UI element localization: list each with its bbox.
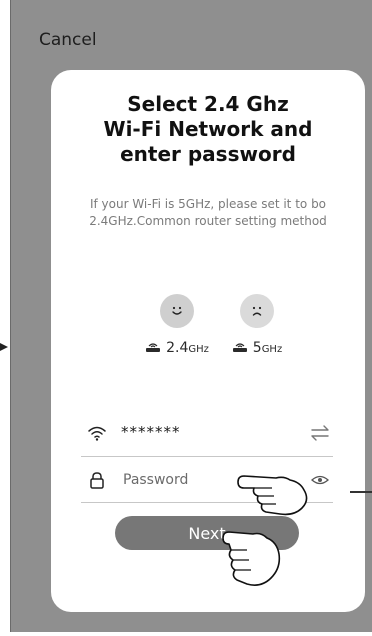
band-2-4ghz: 2.4 GHz <box>137 294 217 356</box>
band-5ghz-number: 5 <box>252 340 262 356</box>
lock-icon <box>90 472 104 489</box>
swap-icon[interactable] <box>309 423 331 443</box>
page-title: Select 2.4 Ghz Wi-Fi Network and enter p… <box>51 92 365 167</box>
title-line-1: Select 2.4 Ghz <box>127 92 289 116</box>
title-line-3: enter password <box>120 142 296 166</box>
pointer-line <box>350 491 372 493</box>
band-5ghz-unit: GHz <box>261 344 283 355</box>
band-2-4ghz-label: 2.4 GHz <box>137 340 217 356</box>
wifi-icon <box>88 426 106 441</box>
cancel-button[interactable]: Cancel <box>39 30 97 50</box>
band-5ghz: 5 GHz <box>217 294 297 356</box>
sad-face-icon <box>240 294 274 328</box>
band-2-4ghz-number: 2.4 <box>166 340 189 356</box>
wifi-ssid: ******* <box>121 423 181 441</box>
wifi-network-row[interactable]: ******* <box>81 413 333 453</box>
band-5ghz-label: 5 GHz <box>217 340 297 356</box>
happy-face-icon <box>160 294 194 328</box>
title-line-2: Wi-Fi Network and <box>103 117 313 141</box>
arrow-right-icon <box>0 343 8 351</box>
router-hint-text: If your Wi-Fi is 5GHz, please set it to … <box>89 197 327 228</box>
wifi-row-divider <box>81 456 333 457</box>
band-2-4ghz-unit: GHz <box>188 344 209 355</box>
pointing-hand-icon <box>222 531 281 586</box>
pointing-hand-icon <box>237 475 308 516</box>
overlay-backdrop: Cancel Select 2.4 Ghz Wi-Fi Network and … <box>10 0 372 632</box>
router-icon <box>146 343 161 352</box>
router-icon <box>232 343 247 352</box>
wifi-setup-card: Select 2.4 Ghz Wi-Fi Network and enter p… <box>51 70 365 612</box>
